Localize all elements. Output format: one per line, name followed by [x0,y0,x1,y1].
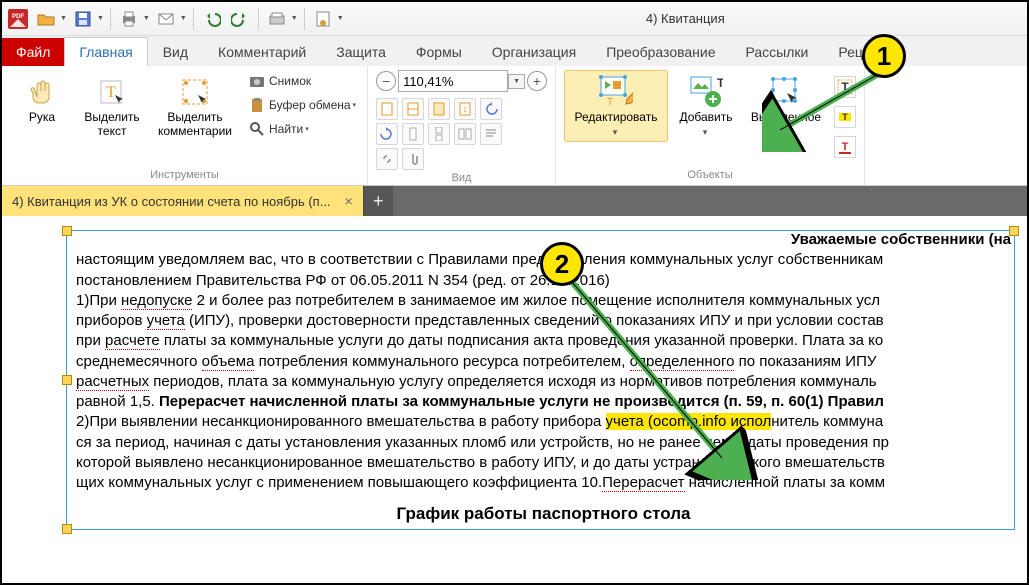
mail-icon[interactable] [154,7,178,31]
actual-size-icon[interactable]: 1 [454,98,476,120]
find-label: Найти [269,122,303,136]
select-text-icon: T [95,75,129,109]
quick-access-toolbar: PDF ▼ ▼ ▼ ▼ ▼ ▼ 4) Квитанция [2,2,1027,36]
link-icon[interactable] [376,148,398,170]
fit-visible-icon[interactable] [428,98,450,120]
save-icon[interactable] [71,7,95,31]
single-page-icon[interactable] [402,123,424,145]
chevron-down-icon: ▾ [613,127,618,137]
tab-forms[interactable]: Формы [401,37,477,66]
clipboard-button[interactable]: Буфер обмена ▾ [246,94,359,116]
redo-icon[interactable] [228,7,252,31]
view-icon-grid: 1 [376,98,526,170]
tab-view[interactable]: Вид [148,37,203,66]
zoom-out-button[interactable]: − [376,71,396,91]
select-text-button[interactable]: T Выделить текст [80,70,144,144]
add-label: Добавить [679,111,732,125]
chevron-down-icon: ▾ [305,125,309,133]
attach-icon[interactable] [402,148,424,170]
continuous-icon[interactable] [428,123,450,145]
chevron-down-icon: ▾ [353,101,357,109]
group-tools-label: Инструменты [10,167,359,185]
tab-convert[interactable]: Преобразование [591,37,730,66]
svg-text:T: T [106,84,116,101]
clipboard-label: Буфер обмена [269,98,351,112]
resize-handle-ne[interactable] [1009,226,1019,236]
close-tab-icon[interactable]: × [345,193,353,209]
add-icon: T [689,75,723,109]
settings-icon[interactable] [311,7,335,31]
fit-page-icon[interactable] [376,98,398,120]
document-tab-title: 4) Квитанция из УК о состоянии счета по … [12,194,331,209]
select-comments-button[interactable]: Выделить комментарии [150,70,240,144]
scan-icon[interactable] [265,7,289,31]
edit-label: Редактировать [575,111,658,125]
rotate-left-icon[interactable] [480,98,502,120]
add-button[interactable]: T Добавить ▾ [674,70,738,142]
group-tools: Рука T Выделить текст Выделить комментар… [2,66,368,185]
undo-icon[interactable] [200,7,224,31]
selection-rect[interactable] [66,230,1015,530]
group-view: − ▼ + 1 Вид [368,66,556,185]
facing-icon[interactable] [454,123,476,145]
find-button[interactable]: Найти ▾ [246,118,359,140]
select-comments-icon [178,75,212,109]
add-tab-button[interactable]: + [363,186,393,216]
open-icon[interactable] [34,7,58,31]
svg-text:PDF: PDF [12,14,24,20]
group-view-label: Вид [376,170,547,188]
annotation-bubble-1: 1 [862,34,906,78]
print-icon[interactable] [117,7,141,31]
svg-text:T: T [607,97,613,108]
select-comments-label: Выделить комментарии [158,111,232,139]
resize-handle-nw[interactable] [62,226,72,236]
document-tabs: 4) Квитанция из УК о состоянии счета по … [2,186,1027,216]
snapshot-label: Снимок [269,74,311,88]
arrow-2 [562,270,762,480]
resize-handle-w[interactable] [62,375,72,385]
rotate-right-icon[interactable] [376,123,398,145]
zoom-in-button[interactable]: + [527,71,547,91]
window-title: 4) Квитанция [348,11,1023,26]
edit-button[interactable]: T Редактировать ▾ [564,70,668,142]
hand-label: Рука [29,111,55,125]
text-reflow-icon[interactable] [480,123,502,145]
snapshot-button[interactable]: Снимок [246,70,359,92]
chevron-down-icon[interactable]: ▼ [508,74,525,89]
app-icon: PDF [6,7,30,31]
tab-file[interactable]: Файл [2,38,64,66]
document-area: Уважаемые собственники (на настоящим уве… [2,216,1027,583]
hand-icon [25,75,59,109]
tab-protect[interactable]: Защита [321,37,401,66]
document-tab[interactable]: 4) Квитанция из УК о состоянии счета по … [2,186,363,216]
tab-organize[interactable]: Организация [477,37,591,66]
zoom-input[interactable] [398,70,508,92]
svg-text:T: T [717,76,723,90]
select-text-label: Выделить текст [84,111,139,139]
chevron-down-icon: ▾ [703,127,708,137]
tools-stack: Снимок Буфер обмена ▾ Найти ▾ [246,70,359,140]
tab-comment[interactable]: Комментарий [203,37,321,66]
resize-handle-sw[interactable] [62,524,72,534]
tab-home[interactable]: Главная [64,37,147,66]
edit-icon: T [599,75,633,109]
annotation-bubble-2: 2 [540,242,584,286]
hand-button[interactable]: Рука [10,70,74,130]
svg-text:1: 1 [463,107,467,114]
group-objects-label: Объекты [564,167,856,185]
fit-width-icon[interactable] [402,98,424,120]
